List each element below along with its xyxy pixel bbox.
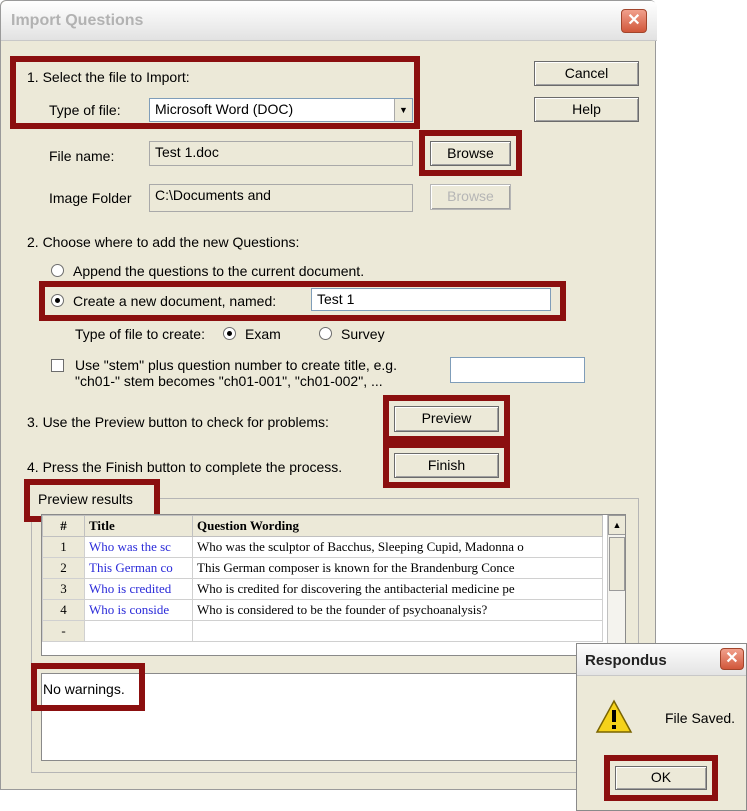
- preview-results-grid[interactable]: # Title Question Wording 1 Who was the s…: [41, 514, 626, 656]
- stem-input[interactable]: [450, 357, 585, 383]
- row-title[interactable]: Who is conside: [84, 599, 193, 621]
- help-button[interactable]: Help: [534, 97, 639, 122]
- import-questions-dialog: Import Questions ✕ Cancel Help 1. Select…: [0, 0, 657, 790]
- row-title[interactable]: Who was the sc: [84, 536, 193, 558]
- popup-title-bar: Respondus ✕: [577, 644, 746, 676]
- step4-text: 4. Press the Finish button to complete t…: [27, 459, 343, 475]
- popup-close-icon[interactable]: ✕: [720, 648, 744, 670]
- popup-message: File Saved.: [665, 710, 736, 726]
- close-icon[interactable]: ✕: [621, 9, 647, 33]
- column-header-wording: Question Wording: [192, 515, 603, 537]
- row-title[interactable]: Who is credited: [84, 578, 193, 600]
- image-browse-button[interactable]: Browse: [430, 184, 511, 210]
- survey-label: Survey: [341, 326, 385, 342]
- survey-radio[interactable]: [319, 327, 332, 340]
- row-title[interactable]: This German co: [84, 557, 193, 579]
- exam-label: Exam: [245, 326, 281, 342]
- table-row[interactable]: -: [42, 620, 603, 642]
- create-label: Create a new document, named:: [73, 293, 277, 309]
- type-of-file-value: Microsoft Word (DOC): [155, 101, 294, 117]
- row-number: -: [42, 620, 85, 642]
- table-row[interactable]: 1 Who was the sc Who was the sculptor of…: [42, 536, 603, 558]
- row-number: 4: [42, 599, 85, 621]
- grid-scrollbar[interactable]: ▲: [607, 515, 625, 655]
- stem-text-line2: "ch01-" stem becomes "ch01-001", "ch01-0…: [75, 373, 383, 389]
- type-of-file-label: Type of file:: [49, 102, 121, 118]
- stem-text-line1: Use "stem" plus question number to creat…: [75, 357, 397, 373]
- column-header-num: #: [42, 515, 85, 537]
- table-row[interactable]: 3 Who is credited Who is credited for di…: [42, 578, 603, 600]
- type-of-file-select[interactable]: Microsoft Word (DOC) ▼: [149, 98, 413, 122]
- image-folder-label: Image Folder: [49, 190, 132, 206]
- image-folder-field[interactable]: C:\Documents and: [149, 184, 413, 212]
- row-wording[interactable]: This German composer is known for the Br…: [192, 557, 603, 579]
- finish-button[interactable]: Finish: [394, 453, 499, 478]
- step2-heading: 2. Choose where to add the new Questions…: [27, 234, 300, 250]
- column-header-title: Title: [84, 515, 193, 537]
- warning-icon: [595, 699, 633, 735]
- append-radio[interactable]: [51, 264, 64, 277]
- title-bar: Import Questions ✕: [1, 1, 657, 41]
- browse-button[interactable]: Browse: [430, 141, 511, 166]
- chevron-down-icon[interactable]: ▼: [394, 99, 412, 121]
- stem-checkbox[interactable]: [51, 359, 64, 372]
- table-row[interactable]: 2 This German co This German composer is…: [42, 557, 603, 579]
- scroll-thumb[interactable]: [609, 537, 625, 591]
- new-document-name-input[interactable]: Test 1: [311, 288, 551, 311]
- exam-radio[interactable]: [223, 327, 236, 340]
- append-label: Append the questions to the current docu…: [73, 263, 365, 279]
- row-wording[interactable]: [192, 620, 603, 642]
- preview-results-label: Preview results: [38, 491, 133, 507]
- table-row[interactable]: 4 Who is conside Who is considered to be…: [42, 599, 603, 621]
- step3-text: 3. Use the Preview button to check for p…: [27, 414, 329, 430]
- preview-button[interactable]: Preview: [394, 406, 499, 432]
- scroll-up-icon[interactable]: ▲: [608, 515, 625, 535]
- create-radio[interactable]: [51, 294, 64, 307]
- row-number: 3: [42, 578, 85, 600]
- row-number: 2: [42, 557, 85, 579]
- row-wording[interactable]: Who is credited for discovering the anti…: [192, 578, 603, 600]
- row-number: 1: [42, 536, 85, 558]
- ok-button[interactable]: OK: [615, 766, 707, 790]
- type-create-label: Type of file to create:: [75, 326, 205, 342]
- respondus-popup: Respondus ✕ File Saved. OK: [576, 643, 747, 811]
- cancel-button[interactable]: Cancel: [534, 61, 639, 86]
- warnings-text: No warnings.: [43, 681, 125, 697]
- file-name-field[interactable]: Test 1.doc: [149, 141, 413, 166]
- step1-heading: 1. Select the file to Import:: [27, 69, 190, 85]
- dialog-title: Import Questions: [11, 12, 144, 29]
- file-name-label: File name:: [49, 148, 115, 164]
- popup-title: Respondus: [585, 652, 667, 669]
- table-header-row: # Title Question Wording: [42, 515, 603, 537]
- row-wording[interactable]: Who is considered to be the founder of p…: [192, 599, 603, 621]
- row-title[interactable]: [84, 620, 193, 642]
- row-wording[interactable]: Who was the sculptor of Bacchus, Sleepin…: [192, 536, 603, 558]
